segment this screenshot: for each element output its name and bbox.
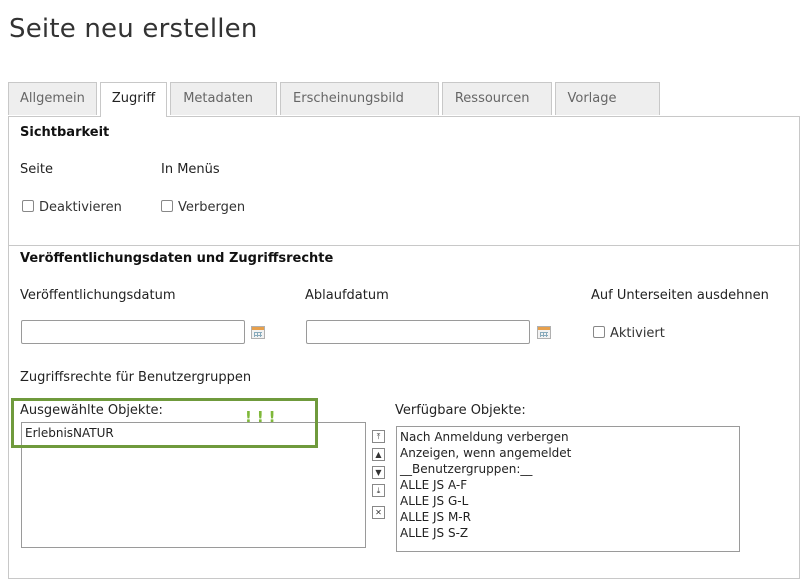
hide-label: Verbergen — [178, 200, 246, 215]
tab-ressourcen[interactable]: Ressourcen — [441, 82, 552, 115]
available-objects-label: Verfügbare Objekte: — [395, 403, 526, 418]
disable-checkbox[interactable]: Deaktivieren — [22, 200, 122, 215]
available-objects-list[interactable]: Nach Anmeldung verbergen Anzeigen, wenn … — [396, 426, 740, 552]
list-item[interactable]: ALLE JS G-L — [400, 493, 736, 509]
calendar-icon[interactable] — [537, 326, 551, 339]
remove-icon[interactable]: ✕ — [372, 506, 385, 519]
page-label: Seite — [20, 162, 53, 177]
tab-metadaten[interactable]: Metadaten — [170, 82, 278, 115]
tab-bar: Allgemein Zugriff Metadaten Erscheinungs… — [8, 82, 663, 117]
checkbox-box[interactable] — [22, 200, 34, 212]
move-up-icon[interactable]: ▲ — [372, 448, 385, 461]
selected-objects-list[interactable]: ErlebnisNATUR — [21, 422, 366, 548]
tab-zugriff[interactable]: Zugriff — [99, 82, 168, 117]
groups-label: Zugriffsrechte für Benutzergruppen — [20, 370, 252, 385]
expiry-date-input[interactable] — [306, 320, 530, 344]
list-item[interactable]: Anzeigen, wenn angemeldet — [400, 445, 736, 461]
list-item[interactable]: __Benutzergruppen:__ — [400, 461, 736, 477]
tab-vorlage[interactable]: Vorlage — [554, 82, 660, 115]
annotation-marker: !!! — [245, 408, 281, 426]
activated-label: Aktiviert — [610, 326, 665, 341]
selected-objects-label: Ausgewählte Objekte: — [20, 403, 163, 418]
tab-allgemein[interactable]: Allgemein — [8, 82, 97, 115]
access-panel: Sichtbarkeit Seite In Menüs Deaktivieren… — [8, 116, 800, 579]
publish-date-label: Veröffentlichungsdatum — [20, 288, 176, 303]
tab-erscheinungsbild[interactable]: Erscheinungsbild — [280, 82, 439, 115]
extend-label: Auf Unterseiten ausdehnen — [591, 288, 769, 303]
list-item[interactable]: ALLE JS S-Z — [400, 525, 736, 541]
activated-checkbox[interactable]: Aktiviert — [593, 326, 665, 341]
checkbox-box[interactable] — [593, 326, 605, 338]
list-item[interactable]: ALLE JS M-R — [400, 509, 736, 525]
section-divider — [9, 245, 800, 246]
menu-label: In Menüs — [161, 162, 220, 177]
visibility-heading: Sichtbarkeit — [20, 125, 110, 140]
list-item[interactable]: ErlebnisNATUR — [25, 425, 362, 441]
expiry-date-label: Ablaufdatum — [305, 288, 389, 303]
move-bottom-icon[interactable]: ⤓ — [372, 484, 385, 497]
move-top-icon[interactable]: ⤒ — [372, 430, 385, 443]
publishing-heading: Veröffentlichungsdaten und Zugriffsrecht… — [20, 251, 334, 266]
page-title: Seite neu erstellen — [9, 14, 258, 44]
disable-label: Deaktivieren — [39, 200, 122, 215]
move-down-icon[interactable]: ▼ — [372, 466, 385, 479]
publish-date-input[interactable] — [21, 320, 245, 344]
checkbox-box[interactable] — [161, 200, 173, 212]
list-item[interactable]: Nach Anmeldung verbergen — [400, 429, 736, 445]
calendar-icon[interactable] — [251, 326, 265, 339]
list-item[interactable]: ALLE JS A-F — [400, 477, 736, 493]
hide-in-menu-checkbox[interactable]: Verbergen — [161, 200, 245, 215]
